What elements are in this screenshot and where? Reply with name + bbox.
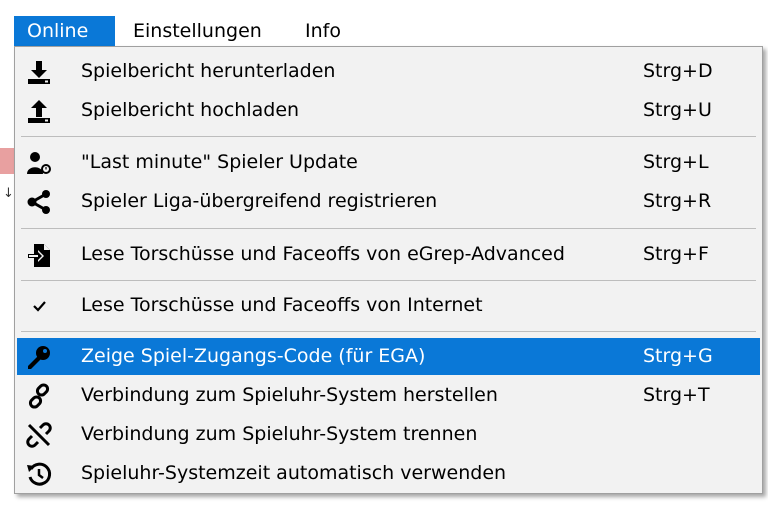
menu-bar: Online Einstellungen Info: [0, 16, 768, 46]
menu-info[interactable]: Info: [292, 16, 354, 46]
online-dropdown-menu: Spielbericht herunterladen Strg+D Spielb…: [14, 46, 763, 494]
menu-separator: [21, 228, 756, 229]
menu-item-label: Zeige Spiel-Zugangs-Code (für EGA): [81, 345, 426, 367]
menu-item-last-minute-spieler-update[interactable]: "Last minute" Spieler Update Strg+L: [17, 144, 760, 181]
background-window-fragment: [0, 148, 14, 174]
menu-item-lese-internet[interactable]: Lese Torschüsse und Faceoffs von Interne…: [17, 287, 760, 324]
menu-item-shortcut: Strg+R: [643, 190, 712, 212]
key-icon: [25, 343, 53, 371]
menu-item-shortcut: Strg+F: [643, 243, 709, 265]
upload-icon: [25, 97, 53, 125]
menu-item-systemzeit-verwenden[interactable]: Spieluhr-Systemzeit automatisch verwende…: [17, 455, 760, 492]
share-icon: [25, 188, 53, 216]
menu-separator: [21, 331, 756, 332]
menu-item-label: Spielbericht herunterladen: [81, 60, 336, 82]
menu-online[interactable]: Online: [14, 16, 115, 46]
file-import-icon: [25, 241, 53, 269]
menu-item-spielbericht-hochladen[interactable]: Spielbericht hochladen Strg+U: [17, 92, 760, 129]
download-icon: [25, 58, 53, 86]
menu-item-label: Spieluhr-Systemzeit automatisch verwende…: [81, 462, 507, 484]
menu-separator: [21, 136, 756, 137]
menu-item-label: Spieler Liga-übergreifend registrieren: [81, 190, 438, 212]
menu-item-spielbericht-herunterladen[interactable]: Spielbericht herunterladen Strg+D: [17, 53, 760, 90]
history-icon: [25, 460, 53, 488]
menu-item-verbindung-herstellen[interactable]: Verbindung zum Spieluhr-System herstelle…: [17, 377, 760, 414]
menu-item-shortcut: Strg+T: [643, 384, 710, 406]
menu-item-shortcut: Strg+U: [643, 99, 712, 121]
menu-item-zeige-zugangs-code[interactable]: Zeige Spiel-Zugangs-Code (für EGA) Strg+…: [17, 338, 760, 375]
menu-item-label: Lese Torschüsse und Faceoffs von eGrep-A…: [81, 243, 565, 265]
link-icon: [25, 382, 53, 410]
background-window-glyph: ↓: [3, 186, 14, 201]
menu-item-lese-egrep-advanced[interactable]: Lese Torschüsse und Faceoffs von eGrep-A…: [17, 236, 760, 273]
checkmark-icon: [25, 292, 53, 320]
unlink-icon: [25, 421, 53, 449]
menu-separator: [21, 280, 756, 281]
menu-item-shortcut: Strg+L: [643, 151, 709, 173]
menu-item-label: Lese Torschüsse und Faceoffs von Interne…: [81, 294, 483, 316]
menu-item-label: "Last minute" Spieler Update: [81, 151, 358, 173]
menu-item-label: Verbindung zum Spieluhr-System trennen: [81, 423, 478, 445]
menu-einstellungen[interactable]: Einstellungen: [120, 16, 275, 46]
menu-item-label: Spielbericht hochladen: [81, 99, 300, 121]
user-clock-icon: [25, 149, 53, 177]
menu-item-shortcut: Strg+G: [643, 345, 713, 367]
menu-item-spieler-registrieren[interactable]: Spieler Liga-übergreifend registrieren S…: [17, 183, 760, 220]
menu-item-shortcut: Strg+D: [643, 60, 713, 82]
menu-item-verbindung-trennen[interactable]: Verbindung zum Spieluhr-System trennen: [17, 416, 760, 453]
menu-item-label: Verbindung zum Spieluhr-System herstelle…: [81, 384, 498, 406]
